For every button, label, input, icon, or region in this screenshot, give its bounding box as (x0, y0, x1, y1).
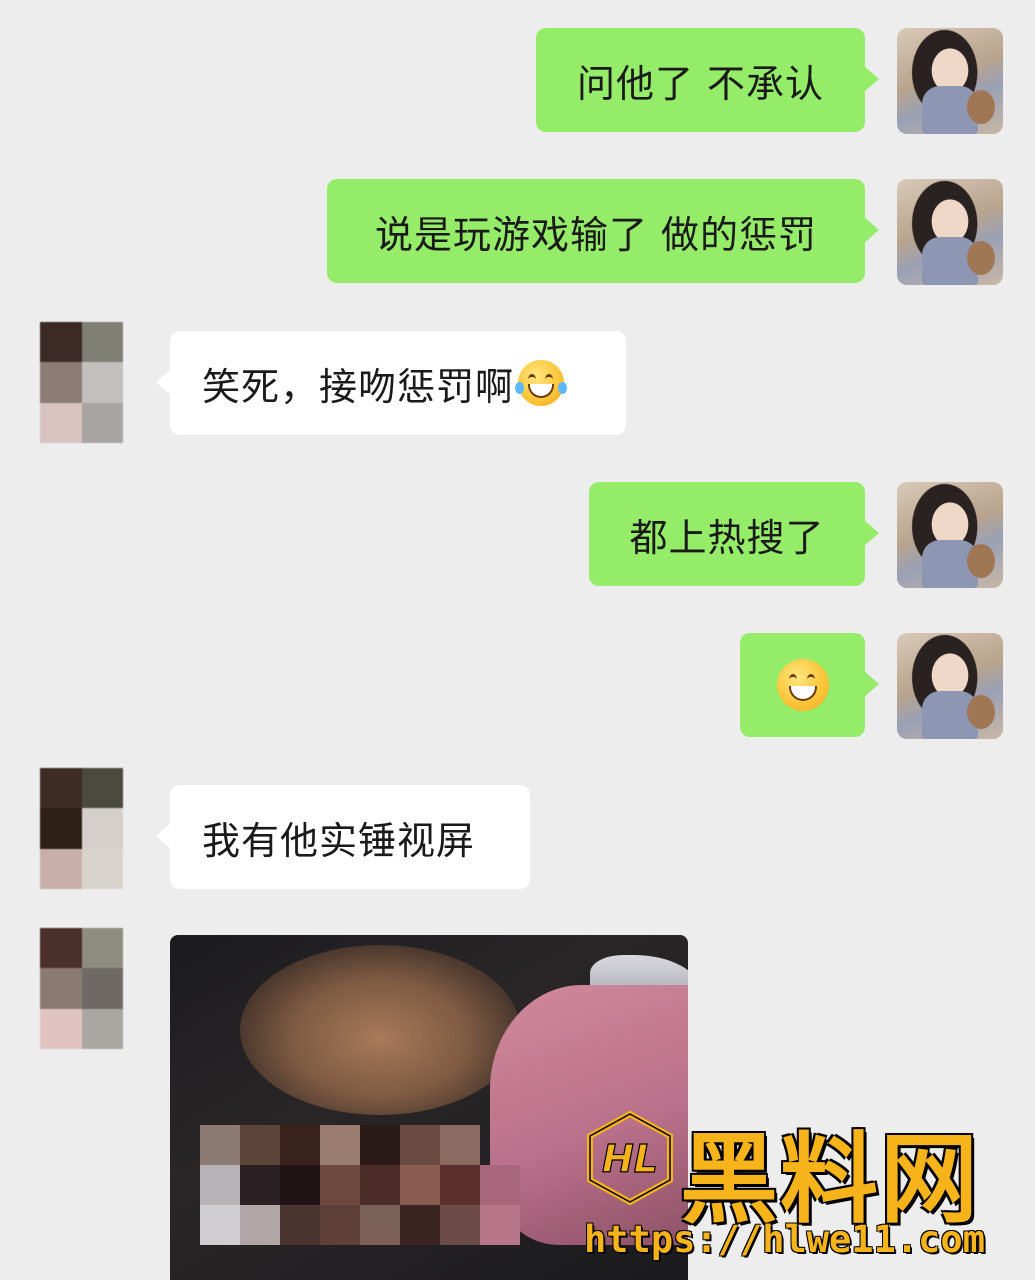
message-bubble-sent[interactable]: 问他了 不承认 (536, 28, 879, 132)
logo-text: HL (602, 1137, 658, 1181)
face-with-tears-of-joy-icon (515, 360, 568, 406)
site-watermark: HL 黑料网 https://hlwe11.com (582, 1110, 1022, 1275)
message-bubble-sent[interactable]: 说是玩游戏输了 做的惩罚 (327, 179, 879, 283)
contact-avatar-blurred[interactable] (40, 928, 123, 1049)
contact-avatar-blurred[interactable] (40, 322, 123, 443)
my-avatar[interactable] (897, 179, 1003, 285)
message-bubble-received[interactable]: 笑死，接吻惩罚啊 (156, 331, 626, 435)
message-text: 我有他实锤视屏 (202, 818, 476, 863)
message-bubble-sent[interactable] (740, 633, 879, 737)
message-bubble-received[interactable]: 我有他实锤视屏 (156, 785, 530, 889)
my-avatar[interactable] (897, 633, 1003, 739)
my-avatar[interactable] (897, 482, 1003, 588)
message-text: 说是玩游戏输了 做的惩罚 (374, 212, 818, 257)
my-avatar[interactable] (897, 28, 1003, 134)
grinning-face-icon (776, 659, 829, 711)
contact-avatar-blurred[interactable] (40, 768, 123, 889)
message-text: 都上热搜了 (629, 515, 825, 560)
message-text: 问他了 不承认 (576, 61, 825, 106)
hl-logo-icon: HL (587, 1110, 673, 1206)
message-bubble-sent[interactable]: 都上热搜了 (589, 482, 879, 586)
message-text: 笑死，接吻惩罚啊 (202, 364, 515, 409)
watermark-url: https://hlwe11.com (584, 1218, 985, 1261)
mosaic-censor-overlay (200, 1085, 560, 1245)
